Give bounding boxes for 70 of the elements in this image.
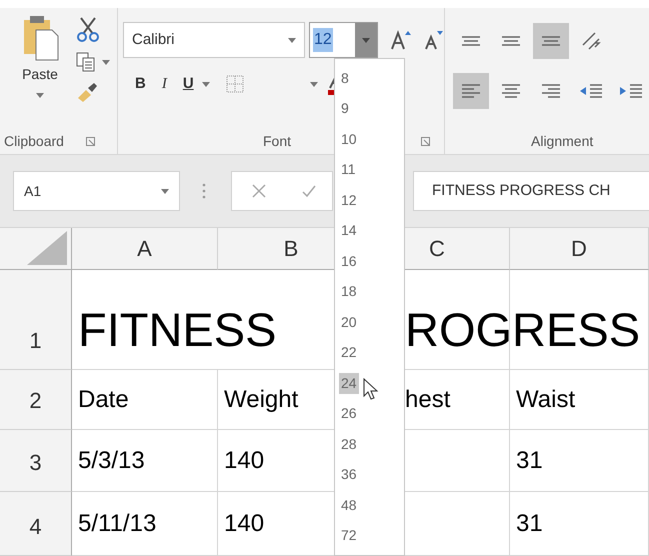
italic-button[interactable]: I [162,72,167,96]
align-bottom-icon [539,36,563,46]
font-size-option[interactable]: 20 [339,312,359,333]
column-header: B [284,235,298,263]
caret-icon [161,188,169,194]
title-cell-text: ROGRESS [405,302,640,358]
font-size-option[interactable]: 72 [339,525,359,546]
font-size-option[interactable]: 36 [339,464,359,486]
table-cell-text: 31 [516,446,543,476]
scissors-icon[interactable] [76,16,100,42]
column-header: A [137,235,152,263]
launcher-icon[interactable] [421,136,430,146]
font-size-option[interactable]: 10 [339,128,359,150]
align-left-button[interactable] [453,73,489,109]
grip-icon [202,183,206,199]
group-label: Clipboard [4,132,64,151]
align-bottom-button[interactable] [533,23,569,59]
caret-icon[interactable] [202,82,210,86]
caret-icon [362,38,370,42]
font-size-option[interactable]: 12 [339,190,359,211]
underline-button[interactable]: U [182,72,194,96]
row-header: 3 [29,449,42,477]
name-box[interactable]: A1 [13,171,180,211]
borders-icon[interactable] [226,75,244,93]
table-cell-text: 31 [516,508,543,538]
shrink-font-icon[interactable] [422,29,444,51]
paste-button[interactable]: Paste [14,14,66,128]
align-middle-icon [499,36,523,46]
title-cell-text: FITNESS [78,302,276,358]
font-size-option[interactable]: 11 [339,159,358,180]
font-size-option[interactable]: 8 [339,68,351,89]
caret-icon [288,38,296,42]
font-size-option[interactable]: 26 [339,403,359,424]
caret-icon[interactable] [102,60,110,64]
font-size-option[interactable]: 14 [339,220,359,242]
table-cell-text: hest [405,384,450,414]
grow-font-icon[interactable] [390,29,412,51]
caret-icon [36,93,44,98]
launcher-icon[interactable] [86,136,95,146]
align-top-icon [459,36,483,46]
font-name-field[interactable]: Calibri [123,22,305,58]
copy-icon[interactable] [76,52,96,72]
font-size-option[interactable]: 9 [339,98,351,120]
table-cell-text: Date [78,384,129,414]
row-header: 4 [29,513,42,541]
bold-button[interactable]: B [135,72,146,96]
group-label: Alignment [531,132,594,151]
font-size-option[interactable]: 22 [339,342,359,364]
table-cell-text: 140 [224,446,264,476]
group-label: Font [262,132,291,150]
table-cell-text: Waist [516,384,576,414]
check-icon[interactable] [302,184,316,198]
table-cell-text: 5/3/13 [78,446,145,476]
column-header: D [571,235,587,263]
column-header: C [429,235,445,263]
caret-icon[interactable] [310,82,318,86]
cursor-icon [363,378,379,402]
row-header: 2 [29,387,42,415]
brush-icon[interactable] [76,82,98,102]
font-size-option[interactable]: 24 [339,372,359,394]
table-cell-text: Weight [224,384,298,414]
table-cell-text: 5/11/13 [78,508,156,538]
formula-field[interactable]: FITNESS PROGRESS CH [413,171,649,211]
font-size-option[interactable]: 48 [339,494,359,516]
font-size-field[interactable]: 12 [309,22,378,58]
font-size-option[interactable]: 16 [339,250,359,272]
font-size-option[interactable]: 28 [339,434,359,455]
font-size-option[interactable]: 18 [339,281,359,302]
table-cell-text: 140 [224,508,264,538]
row-header: 1 [29,327,42,355]
